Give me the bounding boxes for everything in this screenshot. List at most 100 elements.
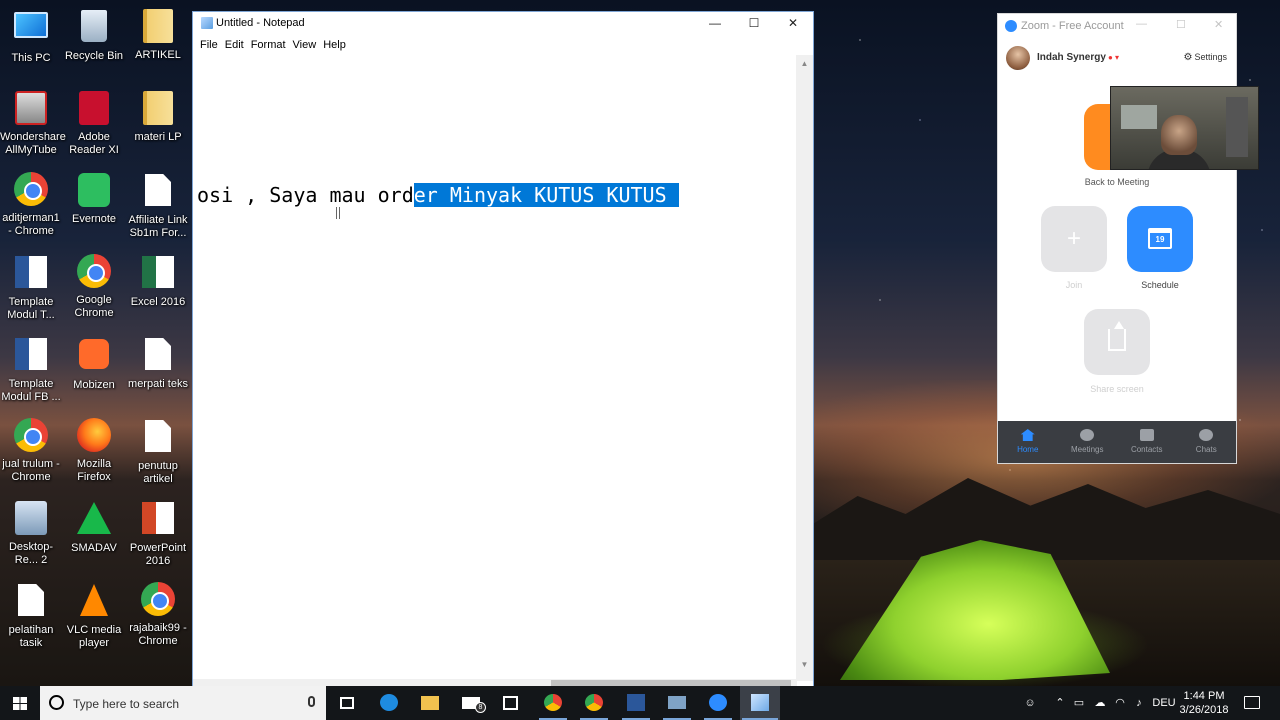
battery-icon[interactable]: ▭ — [1071, 686, 1087, 720]
taskbar-screen-app[interactable] — [657, 686, 697, 720]
zoom-close-button[interactable]: ✕ — [1214, 18, 1223, 31]
share-screen-button[interactable] — [1084, 309, 1150, 375]
action-center-icon[interactable] — [1244, 696, 1260, 709]
vertical-scrollbar[interactable]: ▲ ▼ — [796, 55, 813, 681]
wifi-icon[interactable]: ◠ — [1112, 686, 1128, 720]
task-view-button[interactable] — [327, 686, 367, 720]
desktop-icon-powerpoint-2016[interactable]: PowerPoint 2016 — [127, 500, 189, 568]
monitor-icon — [668, 696, 686, 709]
desktop-icon-label: jual trulum - Chrome — [2, 458, 60, 483]
desktop-icon-recycle-bin[interactable]: Recycle Bin — [63, 8, 125, 63]
notepad-text-line: osi , Saya mau order Minyak KUTUS KUTUS — [197, 181, 679, 209]
desktop-icon-evernote[interactable]: Evernote — [63, 172, 125, 226]
taskbar-notepad[interactable] — [740, 686, 780, 720]
start-button[interactable] — [0, 686, 40, 720]
zoom-window[interactable]: Zoom - Free Account — ☐ ✕ Indah Synergy … — [997, 13, 1259, 464]
avatar[interactable] — [1006, 46, 1030, 70]
menu-view[interactable]: View — [290, 39, 321, 51]
join-button[interactable]: + — [1041, 206, 1107, 272]
desktop-icon-label: Adobe Reader XI — [69, 131, 119, 156]
taskbar-word[interactable] — [616, 686, 656, 720]
zoom-maximize-button[interactable]: ☐ — [1176, 18, 1186, 31]
menu-format[interactable]: Format — [248, 39, 290, 51]
menu-edit[interactable]: Edit — [222, 39, 248, 51]
scroll-up-arrow-icon[interactable]: ▲ — [796, 55, 813, 72]
tab-label: Contacts — [1130, 445, 1163, 454]
desktop-icon-mozilla-firefox[interactable]: Mozilla Firefox — [63, 418, 125, 484]
video-background-window — [1121, 105, 1157, 129]
taskbar-clock[interactable]: 1:44 PM 3/26/2018 — [1176, 689, 1232, 717]
onedrive-cloud-icon[interactable]: ☁ — [1091, 686, 1109, 720]
tab-label: Home — [1017, 445, 1039, 454]
notepad-window[interactable]: Untitled - Notepad — ☐ ✕ File Edit Forma… — [192, 11, 814, 688]
desktop-icon-affiliate-link[interactable]: Affiliate Link Sb1m For... — [127, 172, 189, 240]
desktop-icon-label: Evernote — [71, 213, 117, 225]
desktop-icon-label: materi LP — [134, 131, 182, 143]
desktop-icon-label: Mozilla Firefox — [76, 458, 112, 483]
notepad-title: Untitled - Notepad — [216, 17, 305, 29]
zoom-minimize-button[interactable]: — — [1136, 18, 1147, 30]
menu-help[interactable]: Help — [320, 39, 350, 51]
desktop-icon-materi-lp[interactable]: materi LP — [127, 90, 189, 144]
desktop-icon-merpati-teks[interactable]: merpati teks — [127, 336, 189, 391]
taskbar-mail[interactable]: 8 — [451, 686, 491, 720]
tab-home[interactable]: Home — [998, 421, 1058, 463]
tab-meetings[interactable]: Meetings — [1058, 421, 1118, 463]
desktop-icon-adobe-reader[interactable]: Adobe Reader XI — [63, 90, 125, 157]
desktop-icon-excel-2016[interactable]: Excel 2016 — [127, 254, 189, 309]
scroll-down-arrow-icon[interactable]: ▼ — [796, 656, 813, 673]
taskbar-chrome-2[interactable] — [574, 686, 614, 720]
desktop-icon-jual-trulum-chrome[interactable]: jual trulum - Chrome — [0, 418, 62, 484]
desktop-icon-mobizen[interactable]: Mobizen — [63, 336, 125, 392]
notepad-titlebar[interactable]: Untitled - Notepad — ☐ ✕ — [193, 12, 813, 34]
desktop-icon-label: Recycle Bin — [64, 50, 124, 62]
language-indicator[interactable]: DEU — [1151, 686, 1177, 720]
home-icon — [1020, 429, 1035, 441]
desktop-icon-vlc[interactable]: VLC media player — [63, 582, 125, 650]
volume-icon[interactable]: ♪ — [1131, 686, 1147, 720]
desktop-icon-this-pc[interactable]: This PC — [0, 8, 62, 65]
desktop-icon-aditjerman1-chrome[interactable]: aditjerman1 - Chrome — [0, 172, 62, 238]
text-file-icon — [14, 584, 48, 620]
folder-icon — [421, 696, 439, 710]
status-indicator[interactable]: ● ▾ — [1108, 53, 1119, 62]
powerpoint-icon — [141, 502, 175, 538]
task-view-icon — [340, 697, 354, 709]
zoom-titlebar[interactable]: Zoom - Free Account — ☐ ✕ — [998, 14, 1236, 38]
text-file-icon — [141, 174, 175, 210]
schedule-label: Schedule — [1141, 280, 1179, 290]
taskbar-store[interactable] — [492, 686, 532, 720]
desktop-icon-smadav[interactable]: SMADAV — [63, 500, 125, 555]
taskbar-file-explorer[interactable] — [410, 686, 450, 720]
desktop-icon-pelatihan-tasik[interactable]: pelatihan tasik — [0, 582, 62, 650]
desktop-icon-wondershare[interactable]: Wondershare AllMyTube — [0, 90, 66, 157]
minimize-button[interactable]: — — [695, 12, 735, 34]
desktop-icon-desktop-reminder[interactable]: Desktop-Re... 2 — [0, 500, 62, 567]
desktop-icon-rajabaik99-chrome[interactable]: rajabaik99 - Chrome — [127, 582, 189, 648]
zoom-video-preview[interactable] — [1110, 86, 1259, 170]
people-icon[interactable]: ☺ — [1020, 686, 1040, 720]
schedule-button[interactable]: 19 — [1127, 206, 1193, 272]
tab-contacts[interactable]: Contacts — [1117, 421, 1177, 463]
desktop-icon-google-chrome[interactable]: Google Chrome — [63, 254, 125, 320]
tab-chats[interactable]: Chats — [1177, 421, 1237, 463]
close-button[interactable]: ✕ — [773, 12, 813, 34]
taskbar-chrome-1[interactable] — [533, 686, 573, 720]
desktop-icon-penutup-artikel[interactable]: penutup artikel — [127, 418, 189, 486]
taskbar-search-box[interactable]: Type here to search — [40, 686, 326, 720]
show-hidden-icons-chevron-icon[interactable]: ⌃ — [1052, 686, 1068, 720]
video-person-head — [1161, 115, 1197, 155]
microphone-icon[interactable] — [308, 696, 315, 707]
menu-file[interactable]: File — [197, 39, 222, 51]
notepad-text-area[interactable]: osi , Saya mau order Minyak KUTUS KUTUS — [193, 55, 797, 681]
maximize-button[interactable]: ☐ — [734, 12, 774, 34]
taskbar-edge[interactable] — [369, 686, 409, 720]
chrome-icon — [14, 418, 48, 454]
monitor-icon — [14, 12, 48, 48]
desktop-icon-template-modul-fb[interactable]: Template Modul FB ... — [0, 336, 62, 404]
desktop-icon-artikel[interactable]: ARTIKEL — [127, 8, 189, 62]
zoom-settings-button[interactable]: ⚙ Settings — [1184, 52, 1228, 63]
taskbar-zoom[interactable] — [698, 686, 738, 720]
desktop-icon-template-modul-t[interactable]: Template Modul T... — [0, 254, 62, 322]
desktop-icon-label: Mobizen — [73, 379, 115, 391]
